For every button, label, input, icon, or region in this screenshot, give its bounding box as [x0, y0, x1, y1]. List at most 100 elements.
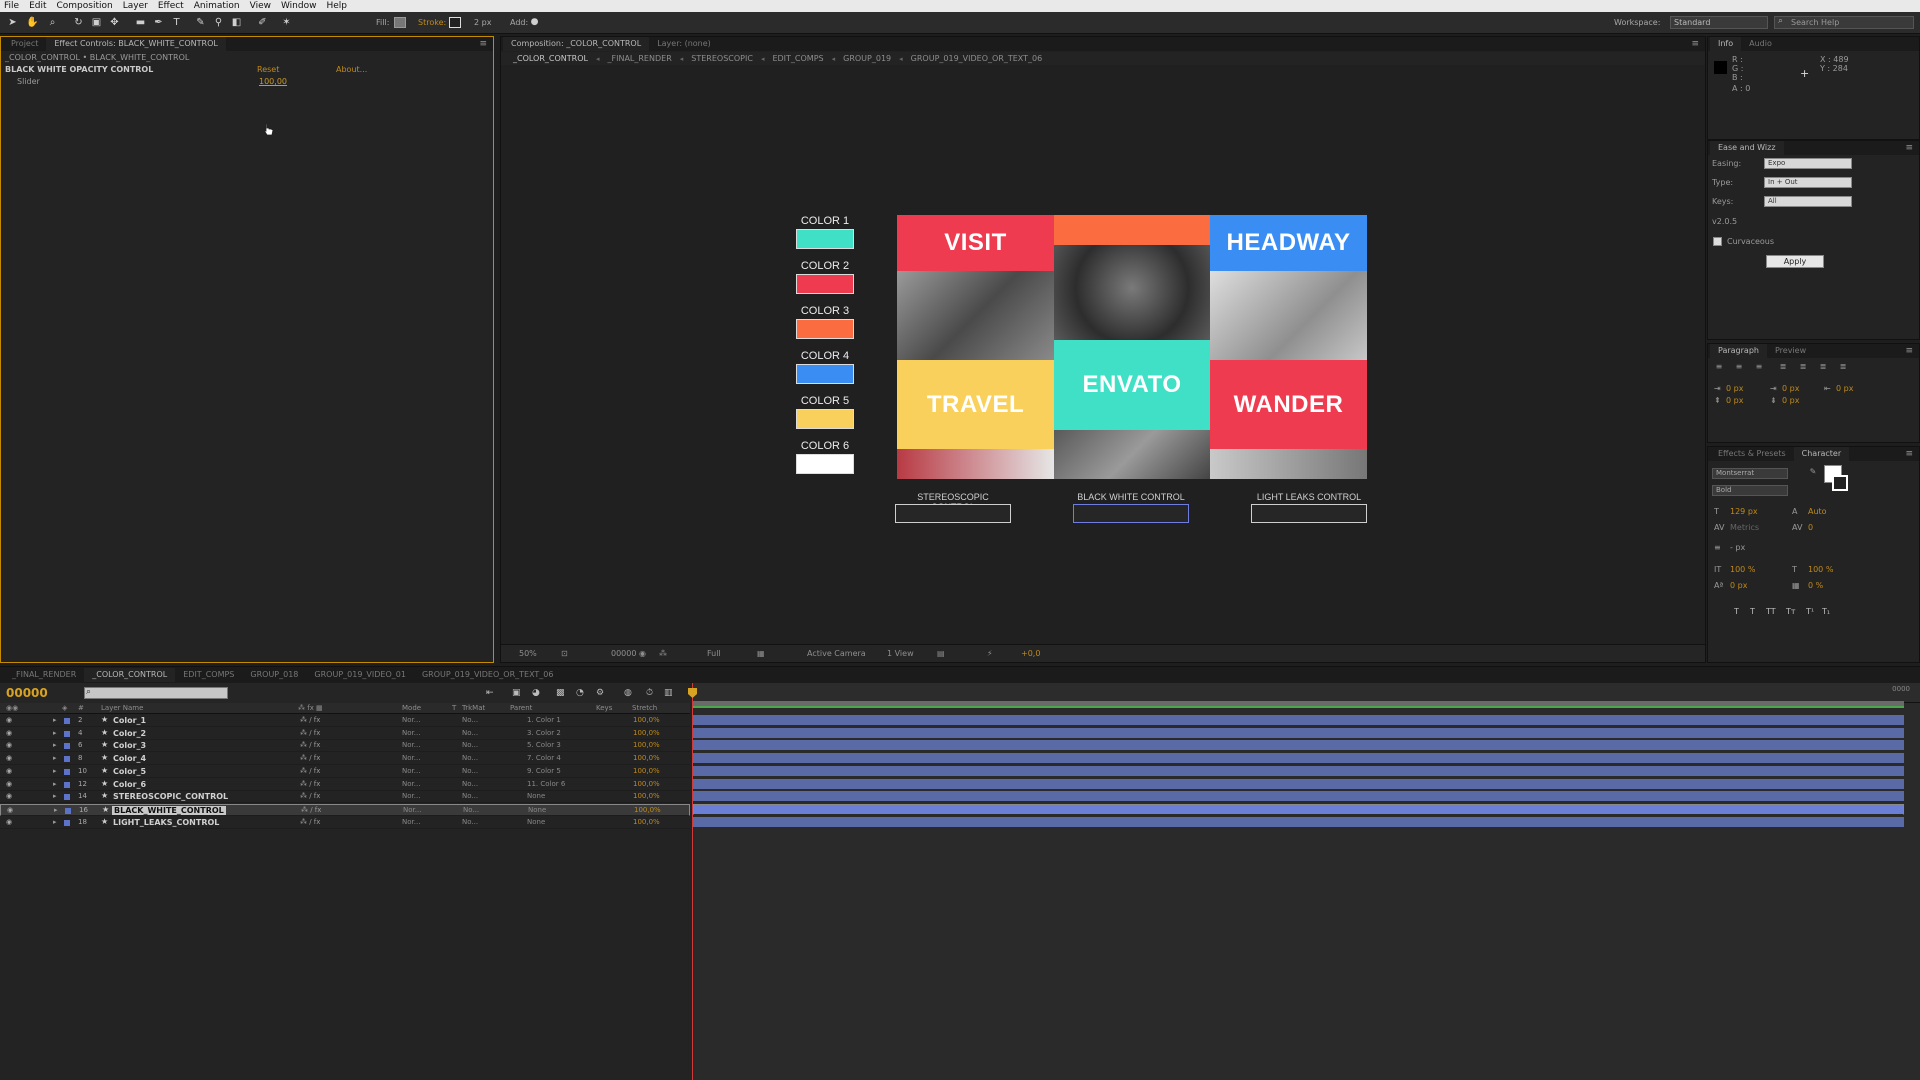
superscript-icon[interactable]: T¹ — [1806, 607, 1814, 616]
para-panel-menu-icon[interactable]: ≡ — [1905, 346, 1913, 356]
char-panel-menu-icon[interactable]: ≡ — [1905, 449, 1913, 459]
table-row[interactable]: ◉ ▸ 8 ★ Color_4 ⁂ / fx Nor... No... 7. Color 4 10… — [0, 753, 690, 766]
keys-select[interactable]: All — [1764, 196, 1852, 207]
font-family-select[interactable]: Montserrat — [1712, 468, 1788, 479]
layer-bar[interactable] — [693, 727, 1904, 739]
stretch-value[interactable]: 100,0% — [633, 754, 660, 762]
trkmat-select[interactable]: No... — [463, 806, 479, 815]
clone-stamp-tool-icon[interactable]: ⚲ — [212, 16, 225, 29]
trkmat-select[interactable]: No... — [462, 767, 478, 775]
exposure-value[interactable]: +0,0 — [1021, 649, 1040, 658]
visibility-toggle-icon[interactable]: ◉ — [6, 741, 12, 749]
fit-icon[interactable]: ⊡ — [561, 649, 568, 658]
tab-edit-comps[interactable]: EDIT_COMPS — [175, 668, 242, 682]
tab-effect-controls[interactable]: Effect Controls: BLACK_WHITE_CONTROL — [46, 37, 226, 51]
search-help-input[interactable]: Search Help — [1774, 16, 1914, 29]
visibility-toggle-icon[interactable]: ◉ — [6, 818, 12, 826]
label-color-swatch[interactable] — [64, 756, 70, 763]
visibility-toggle-icon[interactable]: ◉ — [6, 792, 12, 800]
puppet-tool-icon[interactable]: ✶ — [280, 16, 293, 29]
table-row[interactable]: ◉ ▸ 14 ★ STEREOSCOPIC_CONTROL ⁂ / fx Nor... No.… — [0, 791, 690, 804]
time-ruler[interactable]: 0000 — [692, 683, 1920, 703]
label-color-swatch[interactable] — [64, 819, 70, 826]
stretch-value[interactable]: 100,0% — [633, 741, 660, 749]
font-style-select[interactable]: Bold — [1712, 485, 1788, 496]
motion-blur-icon[interactable]: ◔ — [576, 688, 584, 698]
tab-info[interactable]: Info — [1710, 37, 1742, 51]
slider-value[interactable]: 100,00 — [259, 77, 287, 86]
label-color-swatch[interactable] — [64, 794, 70, 801]
vertical-scale-value[interactable]: 100 % — [1730, 565, 1755, 574]
type-tool-icon[interactable]: T — [170, 16, 183, 29]
layer-name[interactable]: BLACK_WHITE_CONTROL — [112, 805, 226, 815]
label-color-swatch[interactable] — [64, 781, 70, 788]
tab-composition[interactable]: Composition: _COLOR_CONTROL — [503, 37, 650, 51]
parent-header[interactable]: Parent — [510, 704, 532, 712]
layer-name-header[interactable]: Layer Name — [101, 704, 143, 712]
table-row[interactable]: ◉ ▸ 16 ★ BLACK_WHITE_CONTROL ⁂ / fx Nor... No..… — [0, 803, 690, 816]
color-1-swatch[interactable] — [796, 229, 854, 249]
comp-preview-grid[interactable]: VISIT HEADWAY TRAVEL ENVATO WANDER — [897, 215, 1367, 479]
hide-shy-icon[interactable]: ◕ — [532, 688, 540, 698]
layer-bar[interactable] — [693, 778, 1904, 790]
breadcrumb-item[interactable]: GROUP_019_VIDEO_OR_TEXT_06 — [911, 54, 1043, 63]
menu-composition[interactable]: Composition — [57, 1, 113, 11]
align-center-icon[interactable]: ≡ — [1734, 362, 1744, 372]
tab-final-render[interactable]: _FINAL_RENDER — [4, 668, 84, 682]
indent-left-value[interactable]: 0 px — [1726, 384, 1743, 393]
justify-right-icon[interactable]: ≣ — [1818, 362, 1828, 372]
menu-window[interactable]: Window — [281, 1, 317, 11]
about-link[interactable]: About... — [336, 65, 367, 74]
frame-blending-icon[interactable]: ▩ — [556, 688, 565, 698]
layer-switches-icon[interactable]: ⁂ / fx — [300, 754, 320, 762]
stroke-swatch[interactable] — [449, 17, 461, 28]
all-caps-icon[interactable]: TT — [1766, 607, 1776, 616]
layer-bar[interactable] — [693, 791, 1904, 803]
parent-select[interactable]: 7. Color 4 — [527, 754, 561, 762]
menu-file[interactable]: File — [4, 1, 19, 11]
easing-select[interactable]: Expo — [1764, 158, 1852, 169]
reset-link[interactable]: Reset — [257, 65, 279, 74]
menu-edit[interactable]: Edit — [29, 1, 46, 11]
menu-effect[interactable]: Effect — [158, 1, 184, 11]
mode-select[interactable]: Nor... — [402, 818, 420, 826]
parent-select[interactable]: 5. Color 3 — [527, 741, 561, 749]
label-color-swatch[interactable] — [65, 807, 71, 814]
keys-header[interactable]: Keys — [596, 704, 612, 712]
faux-italic-icon[interactable]: T — [1750, 607, 1755, 616]
color-4-swatch[interactable] — [796, 364, 854, 384]
stretch-value[interactable]: 100,0% — [633, 818, 660, 826]
tab-paragraph[interactable]: Paragraph — [1710, 344, 1767, 358]
trkmat-select[interactable]: No... — [462, 818, 478, 826]
trkmat-select[interactable]: No... — [462, 780, 478, 788]
visibility-toggle-icon[interactable]: ◉ — [6, 716, 12, 724]
expand-triangle-icon[interactable]: ▸ — [53, 818, 57, 826]
small-caps-icon[interactable]: Tт — [1786, 607, 1796, 616]
faux-bold-icon[interactable]: T — [1734, 607, 1739, 616]
tab-color-control[interactable]: _COLOR_CONTROL — [84, 668, 176, 682]
layer-name[interactable]: Color_2 — [113, 729, 146, 738]
breadcrumb-item[interactable]: _FINAL_RENDER — [608, 54, 672, 63]
zoom-select[interactable]: 50% — [519, 649, 537, 658]
expand-triangle-icon[interactable]: ▸ — [53, 716, 57, 724]
tab-preview[interactable]: Preview — [1767, 344, 1814, 358]
expand-triangle-icon[interactable]: ▸ — [53, 729, 57, 737]
visibility-toggle-icon[interactable]: ◉ — [6, 780, 12, 788]
layer-switches-icon[interactable]: ⁂ / fx — [300, 780, 320, 788]
mode-header[interactable]: Mode — [402, 704, 421, 712]
timeline-graph[interactable]: 0000 — [688, 683, 1920, 1080]
table-row[interactable]: ◉ ▸ 10 ★ Color_5 ⁂ / fx Nor... No... 9. Color 5 1… — [0, 766, 690, 778]
layer-name[interactable]: Color_3 — [113, 741, 146, 750]
render-icon[interactable]: ▥ — [664, 688, 673, 698]
layer-name[interactable]: Color_5 — [113, 767, 146, 776]
apply-button[interactable]: Apply — [1766, 255, 1824, 268]
roto-brush-tool-icon[interactable]: ✐ — [256, 16, 269, 29]
expand-triangle-icon[interactable]: ▸ — [53, 741, 57, 749]
mode-select[interactable]: Nor... — [402, 754, 420, 762]
mode-select[interactable]: Nor... — [402, 741, 420, 749]
comp-mini-flowchart-icon[interactable]: ⇤ — [486, 688, 494, 698]
align-left-icon[interactable]: ≡ — [1714, 362, 1724, 372]
layer-name[interactable]: STEREOSCOPIC_CONTROL — [113, 792, 228, 801]
menu-help[interactable]: Help — [326, 1, 347, 11]
space-before-value[interactable]: 0 px — [1726, 396, 1743, 405]
